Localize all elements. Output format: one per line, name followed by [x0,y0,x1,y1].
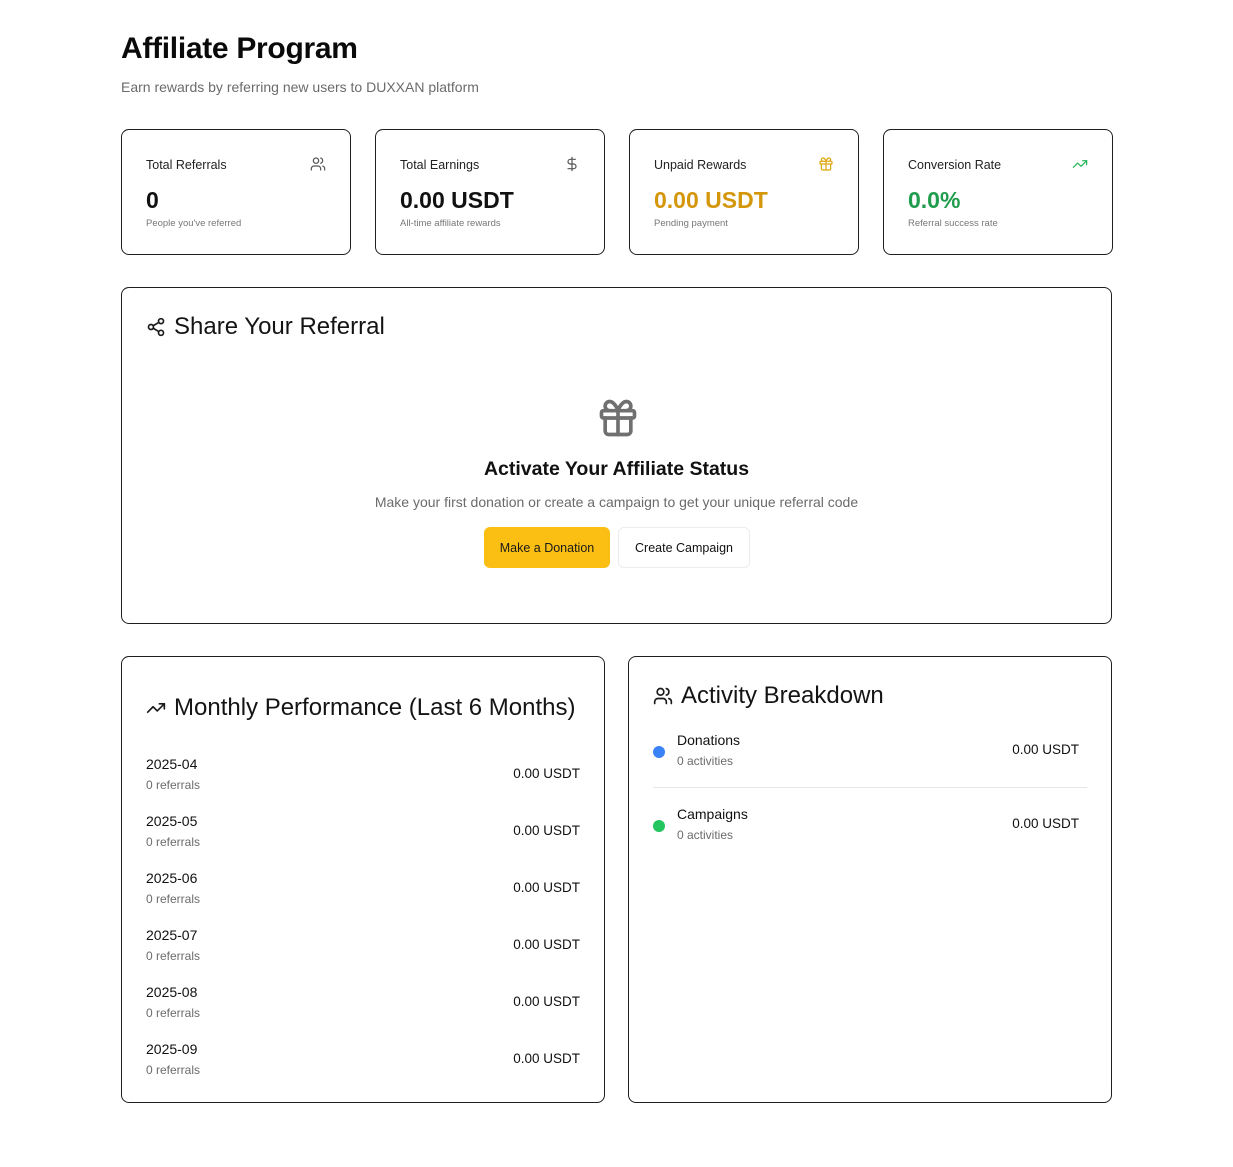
stat-value: 0.00 USDT [400,187,514,213]
stat-hint: Referral success rate [908,218,998,229]
stat-card-unpaid-rewards: Unpaid Rewards 0.00 USDT Pending payment [629,129,859,255]
activity-header: Activity Breakdown [653,682,884,710]
status-dot [653,746,665,758]
gift-icon [819,157,833,171]
month-label: 2025-05 [146,813,198,829]
month-amount: 0.00 USDT [513,1051,580,1066]
activity-amount: 0.00 USDT [1012,816,1079,831]
page-title: Affiliate Program [121,32,358,65]
stat-label: Total Referrals [146,158,227,172]
make-donation-button[interactable]: Make a Donation [484,527,610,568]
stat-hint: Pending payment [654,218,728,229]
month-amount: 0.00 USDT [513,823,580,838]
month-row: 2025-07 0 referrals 0.00 USDT [146,927,580,969]
share-referral-card: Share Your Referral Activate Your Affili… [121,287,1112,624]
month-referrals: 0 referrals [146,1006,201,1020]
users-icon [653,687,673,705]
activate-description: Make your first donation or create a cam… [374,494,859,510]
month-referrals: 0 referrals [146,1063,201,1077]
month-row: 2025-09 0 referrals 0.00 USDT [146,1041,580,1083]
stat-label: Conversion Rate [908,158,1002,172]
stat-card-total-earnings: Total Earnings 0.00 USDT All-time affili… [375,129,605,255]
month-label: 2025-07 [146,927,198,943]
stat-hint: People you've referred [146,218,242,229]
month-row: 2025-05 0 referrals 0.00 USDT [146,813,580,855]
share-title: Share Your Referral [174,313,385,340]
month-amount: 0.00 USDT [513,937,580,952]
share-header: Share Your Referral [146,313,385,341]
month-label: 2025-04 [146,756,198,772]
month-referrals: 0 referrals [146,892,201,906]
month-amount: 0.00 USDT [513,880,580,895]
activate-title: Activate Your Affiliate Status [483,458,750,480]
stat-label: Unpaid Rewards [654,158,747,172]
activity-breakdown-card: Activity Breakdown Donations 0 activitie… [628,656,1112,1103]
stat-value: 0 [146,187,159,213]
share-icon [147,317,165,337]
month-row: 2025-08 0 referrals 0.00 USDT [146,984,580,1026]
activity-name: Campaigns [677,806,748,822]
month-label: 2025-09 [146,1041,198,1057]
stat-card-conversion-rate: Conversion Rate 0.0% Referral success ra… [883,129,1113,255]
month-amount: 0.00 USDT [513,766,580,781]
monthly-performance-card: Monthly Performance (Last 6 Months) 2025… [121,656,605,1103]
stat-value: 0.00 USDT [654,187,768,213]
divider [653,787,1087,788]
activity-row-donations: Donations 0 activities 0.00 USDT [653,732,1087,792]
activity-count: 0 activities [677,754,734,768]
month-referrals: 0 referrals [146,835,201,849]
stat-label: Total Earnings [400,158,480,172]
users-icon [310,157,326,171]
monthly-header: Monthly Performance (Last 6 Months) [146,694,576,722]
month-row: 2025-04 0 referrals 0.00 USDT [146,756,580,798]
activity-row-campaigns: Campaigns 0 activities 0.00 USDT [653,806,1087,866]
month-row: 2025-06 0 referrals 0.00 USDT [146,870,580,912]
month-referrals: 0 referrals [146,949,201,963]
stat-hint: All-time affiliate rewards [400,218,501,229]
create-campaign-button[interactable]: Create Campaign [618,527,750,568]
month-referrals: 0 referrals [146,778,201,792]
dollar-icon [567,156,577,172]
activity-count: 0 activities [677,828,734,842]
month-label: 2025-08 [146,984,198,1000]
monthly-title: Monthly Performance (Last 6 Months) [174,694,576,721]
gift-icon [599,399,637,437]
activity-title: Activity Breakdown [681,682,884,709]
trending-up-icon [1072,160,1088,168]
month-label: 2025-06 [146,870,198,886]
activity-name: Donations [677,732,741,748]
page-subtitle: Earn rewards by referring new users to D… [121,79,479,95]
status-dot [653,820,665,832]
trending-up-icon [146,703,166,713]
stat-value: 0.0% [908,187,961,213]
activity-amount: 0.00 USDT [1012,742,1079,757]
month-amount: 0.00 USDT [513,994,580,1009]
stat-card-total-referrals: Total Referrals 0 People you've referred [121,129,351,255]
